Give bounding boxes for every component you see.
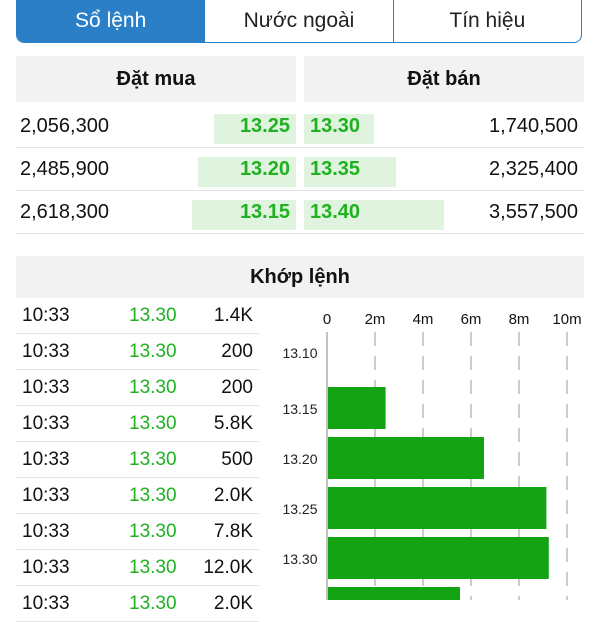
x-tick-label: 4m bbox=[413, 311, 434, 328]
trade-price: 13.30 bbox=[129, 341, 177, 362]
trade-row: 10:33 13.30 2.0K bbox=[16, 586, 259, 622]
volume-by-price-chart: 02m4m6m8m10m13.1013.1513.2013.2513.3013.… bbox=[282, 311, 582, 600]
trade-price: 13.30 bbox=[129, 593, 177, 614]
volume-bar bbox=[328, 387, 386, 429]
buy-price: 13.25 bbox=[239, 115, 290, 137]
tab-tin-hieu[interactable]: Tín hiệu bbox=[392, 0, 581, 42]
trade-price: 13.30 bbox=[129, 485, 177, 506]
orderbook-row: 2,056,300 13.25 13.30 1,740,500 bbox=[16, 106, 584, 148]
trade-row: 10:33 13.30 1.4K bbox=[16, 298, 259, 334]
trade-price: 13.30 bbox=[129, 413, 177, 434]
y-category-label: 13.30 bbox=[282, 551, 317, 567]
trade-time: 10:33 bbox=[22, 449, 70, 470]
trade-row: 10:33 13.30 12.0K bbox=[16, 550, 259, 586]
volume-bar bbox=[328, 437, 484, 479]
trade-time: 10:33 bbox=[22, 413, 70, 434]
trade-price: 13.30 bbox=[129, 557, 177, 578]
y-category-label: 13.25 bbox=[282, 501, 317, 517]
trade-volume: 12.0K bbox=[203, 557, 253, 578]
buy-price: 13.20 bbox=[239, 158, 290, 180]
sell-qty: 3,557,500 bbox=[489, 201, 578, 223]
tab-so-lenh[interactable]: Sổ lệnh bbox=[17, 0, 205, 42]
y-category-label: 13.10 bbox=[282, 345, 317, 361]
matched-header: Khớp lệnh bbox=[16, 256, 584, 298]
trade-time: 10:33 bbox=[22, 557, 70, 578]
trade-time: 10:33 bbox=[22, 377, 70, 398]
trade-volume: 2.0K bbox=[213, 485, 253, 506]
buy-header: Đặt mua bbox=[16, 56, 296, 102]
trade-price: 13.30 bbox=[129, 305, 177, 326]
trade-volume: 7.8K bbox=[213, 521, 253, 542]
trade-volume: 500 bbox=[221, 449, 253, 470]
trade-price: 13.30 bbox=[129, 521, 177, 542]
trade-volume: 200 bbox=[221, 377, 253, 398]
trade-row: 10:33 13.30 200 bbox=[16, 370, 259, 406]
trade-volume: 2.0K bbox=[213, 593, 253, 614]
buy-qty: 2,056,300 bbox=[20, 115, 109, 137]
trade-row: 10:33 13.30 5.8K bbox=[16, 406, 259, 442]
sell-header: Đặt bán bbox=[304, 56, 584, 102]
orderbook-row: 2,618,300 13.15 13.40 3,557,500 bbox=[16, 192, 584, 234]
trade-row: 10:33 13.30 7.8K bbox=[16, 514, 259, 550]
trade-time: 10:33 bbox=[22, 485, 70, 506]
trade-row: 10:33 13.30 2.0K bbox=[16, 478, 259, 514]
y-category-label: 13.20 bbox=[282, 451, 317, 467]
tab-bar: Sổ lệnh Nước ngoài Tín hiệu bbox=[16, 0, 582, 43]
sell-price: 13.30 bbox=[310, 115, 361, 137]
buy-qty: 2,485,900 bbox=[20, 158, 109, 180]
buy-qty: 2,618,300 bbox=[20, 201, 109, 223]
trade-time: 10:33 bbox=[22, 305, 70, 326]
trade-volume: 5.8K bbox=[213, 413, 253, 434]
trade-time: 10:33 bbox=[22, 521, 70, 542]
x-tick-label: 0 bbox=[323, 311, 331, 328]
trade-time: 10:33 bbox=[22, 593, 70, 614]
sell-qty: 2,325,400 bbox=[489, 158, 578, 180]
x-tick-label: 6m bbox=[461, 311, 482, 328]
x-tick-label: 8m bbox=[509, 311, 530, 328]
x-tick-label: 10m bbox=[552, 311, 581, 328]
y-category-label: 13.15 bbox=[282, 401, 317, 417]
trade-time: 10:33 bbox=[22, 341, 70, 362]
volume-bar bbox=[328, 487, 547, 529]
trade-volume: 200 bbox=[221, 341, 253, 362]
volume-bar bbox=[328, 587, 460, 600]
trade-row: 10:33 13.30 500 bbox=[16, 442, 259, 478]
orderbook-row: 2,485,900 13.20 13.35 2,325,400 bbox=[16, 149, 584, 191]
tab-nuoc-ngoai[interactable]: Nước ngoài bbox=[204, 0, 392, 42]
buy-price: 13.15 bbox=[239, 201, 290, 223]
volume-bar bbox=[328, 537, 549, 579]
trade-volume: 1.4K bbox=[213, 305, 253, 326]
sell-price: 13.35 bbox=[310, 158, 361, 180]
x-tick-label: 2m bbox=[365, 311, 386, 328]
trade-price: 13.30 bbox=[129, 377, 177, 398]
trade-row: 10:33 13.30 200 bbox=[16, 334, 259, 370]
trade-price: 13.30 bbox=[129, 449, 177, 470]
sell-qty: 1,740,500 bbox=[489, 115, 578, 137]
sell-price: 13.40 bbox=[310, 201, 361, 223]
